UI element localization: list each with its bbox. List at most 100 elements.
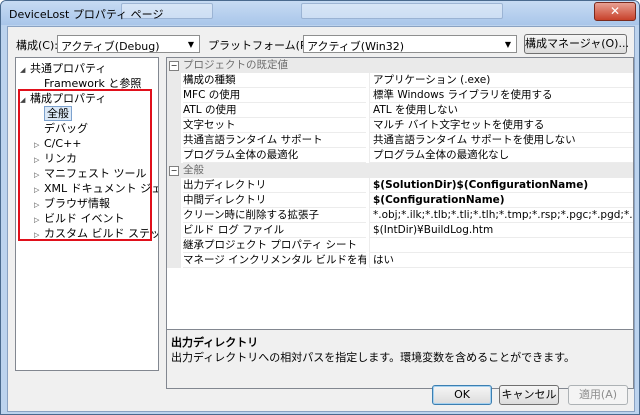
config-value: アクティブ(Debug) [61, 40, 160, 53]
platform-label: プラットフォーム(P): [208, 39, 315, 52]
title-bar[interactable]: DeviceLost プロパティ ページ ✕ [1, 1, 639, 25]
tree-item[interactable]: デバッグ [34, 121, 88, 136]
property-name: 文字セット [183, 118, 366, 133]
grid-margin [167, 103, 181, 118]
property-value[interactable]: $(IntDir)¥BuildLog.htm [369, 223, 633, 238]
tree-item-label: リンカ [44, 152, 77, 165]
expander-arrow-icon[interactable]: ▷ [34, 228, 44, 243]
property-name: ビルド ログ ファイル [183, 223, 366, 238]
grid-margin [167, 133, 181, 148]
grid-category-title: プロジェクトの既定値 [183, 59, 288, 71]
property-name: クリーン時に削除する拡張子 [183, 208, 366, 223]
description-title: 出力ディレクトリ [171, 336, 259, 349]
property-value[interactable]: 標準 Windows ライブラリを使用する [369, 88, 633, 103]
close-button[interactable]: ✕ [594, 2, 636, 21]
property-value[interactable]: $(SolutionDir)$(ConfigurationName) [369, 178, 633, 193]
tree-item[interactable]: ▷ ビルド イベント [34, 211, 125, 226]
tree-item-label: ビルド イベント [44, 212, 125, 225]
tree-item[interactable]: ▷ ブラウザ情報 [34, 196, 110, 211]
tree-item[interactable]: ▷ C/C++ [34, 136, 82, 151]
tree-item-label: Framework と参照 [44, 77, 142, 90]
background-tab-ghost [301, 3, 503, 19]
grid-category-title: 全般 [183, 164, 204, 176]
cancel-button[interactable]: キャンセル [499, 385, 559, 405]
grid-row[interactable]: ビルド ログ ファイル $(IntDir)¥BuildLog.htm [167, 223, 633, 238]
property-name: 共通言語ランタイム サポート [183, 133, 366, 148]
grid-margin [167, 178, 181, 193]
grid-category[interactable]: − 全般 [167, 163, 633, 178]
dialog-client: 構成(C): アクティブ(Debug) ▼ プラットフォーム(P): アクティブ… [7, 26, 635, 412]
property-name: MFC の使用 [183, 88, 366, 103]
platform-value: アクティブ(Win32) [307, 40, 405, 53]
property-value[interactable]: $(ConfigurationName) [369, 193, 633, 208]
grid-margin [167, 73, 181, 88]
property-value[interactable] [369, 238, 633, 253]
property-value[interactable]: アプリケーション (.exe) [369, 73, 633, 88]
property-name: ATL の使用 [183, 103, 366, 118]
tree-item-label: XML ドキュメント ジェネ [44, 182, 158, 195]
tree-item-label: マニフェスト ツール [44, 167, 147, 180]
grid-row[interactable]: クリーン時に削除する拡張子 *.obj;*.ilk;*.tlb;*.tli;*.t… [167, 208, 633, 223]
grid-category[interactable]: − プロジェクトの既定値 [167, 58, 633, 73]
property-name: 構成の種類 [183, 73, 366, 88]
tree-item[interactable]: ◢ 構成プロパティ [20, 91, 106, 106]
property-name: 中間ディレクトリ [183, 193, 366, 208]
expander-arrow-icon[interactable]: ◢ [20, 63, 30, 78]
grid-row[interactable]: MFC の使用 標準 Windows ライブラリを使用する [167, 88, 633, 103]
grid-row[interactable]: 共通言語ランタイム サポート 共通言語ランタイム サポートを使用しない [167, 133, 633, 148]
grid-row[interactable]: マネージ インクリメンタル ビルドを有効にするはい [167, 253, 633, 268]
chevron-down-icon: ▼ [187, 39, 195, 49]
tree-item[interactable]: 全般 [34, 106, 72, 121]
tree-item-label: 共通プロパティ [30, 62, 107, 75]
tree-item-label: C/C++ [44, 137, 82, 150]
chevron-down-icon: ▼ [504, 39, 512, 49]
grid-row[interactable]: 中間ディレクトリ $(ConfigurationName) [167, 193, 633, 208]
property-value[interactable]: 共通言語ランタイム サポートを使用しない [369, 133, 633, 148]
grid-row[interactable]: 継承プロジェクト プロパティ シート [167, 238, 633, 253]
ok-button[interactable]: OK [432, 385, 492, 405]
grid-margin [167, 223, 181, 238]
grid-margin [167, 88, 181, 103]
description-pane: 出力ディレクトリ 出力ディレクトリへの相対パスを指定します。環境変数を含めること… [166, 329, 634, 389]
apply-button[interactable]: 適用(A) [568, 385, 628, 405]
tree-item[interactable]: ◢ 共通プロパティ [20, 61, 106, 76]
tree-item-label: カスタム ビルド ステップ [44, 227, 158, 240]
tree-item[interactable]: Framework と参照 [34, 76, 141, 91]
grid-row[interactable]: 構成の種類 アプリケーション (.exe) [167, 73, 633, 88]
tree-item-label: 全般 [44, 106, 72, 121]
property-pages-window: DeviceLost プロパティ ページ ✕ 構成(C): アクティブ(Debu… [0, 0, 640, 415]
tree-item[interactable]: ▷XML ドキュメント ジェネ [34, 181, 158, 196]
close-icon: ✕ [609, 4, 621, 18]
grid-margin [167, 148, 181, 163]
property-value[interactable]: マルチ バイト文字セットを使用する [369, 118, 633, 133]
grid-margin [167, 208, 181, 223]
grid-margin [167, 238, 181, 253]
grid-row[interactable]: 出力ディレクトリ $(SolutionDir)$(ConfigurationNam… [167, 178, 633, 193]
property-name: 継承プロジェクト プロパティ シート [183, 238, 366, 253]
tree-item-label: ブラウザ情報 [44, 197, 110, 210]
tree-item[interactable]: ▷ リンカ [34, 151, 77, 166]
tree-item[interactable]: ▷カスタム ビルド ステップ [34, 226, 158, 243]
grid-row[interactable]: プログラム全体の最適化 プログラム全体の最適化なし [167, 148, 633, 163]
grid-margin [167, 118, 181, 133]
tree-item-label: 構成プロパティ [30, 92, 107, 105]
config-manager-button[interactable]: 構成マネージャ(O)... [524, 34, 629, 54]
property-value[interactable]: ATL を使用しない [369, 103, 633, 118]
platform-dropdown[interactable]: アクティブ(Win32) ▼ [303, 35, 517, 53]
property-grid[interactable]: − プロジェクトの既定値 構成の種類 アプリケーション (.exe) MFC の使用 標準… [166, 57, 634, 351]
config-dropdown[interactable]: アクティブ(Debug) ▼ [57, 35, 200, 53]
grid-row[interactable]: ATL の使用 ATL を使用しない [167, 103, 633, 118]
tree-item-label: デバッグ [44, 122, 88, 135]
property-name: 出力ディレクトリ [183, 178, 366, 193]
tree-item[interactable]: ▷ マニフェスト ツール [34, 166, 147, 181]
property-value[interactable]: *.obj;*.ilk;*.tlb;*.tli;*.tlh;*.tmp;*.rs… [369, 208, 633, 223]
collapse-icon[interactable]: − [169, 166, 179, 176]
grid-row[interactable]: 文字セット マルチ バイト文字セットを使用する [167, 118, 633, 133]
property-value[interactable]: プログラム全体の最適化なし [369, 148, 633, 163]
collapse-icon[interactable]: − [169, 61, 179, 71]
expander-arrow-icon[interactable]: ◢ [20, 93, 30, 108]
property-value[interactable]: はい [369, 253, 633, 268]
property-tree[interactable]: ◢ 共通プロパティ Framework と参照 ◢ 構成プロパティ 全般 デバッグ ▷ C/C+… [15, 57, 159, 371]
description-text: 出力ディレクトリへの相対パスを指定します。環境変数を含めることができます。 [171, 351, 576, 364]
grid-margin [167, 253, 181, 268]
